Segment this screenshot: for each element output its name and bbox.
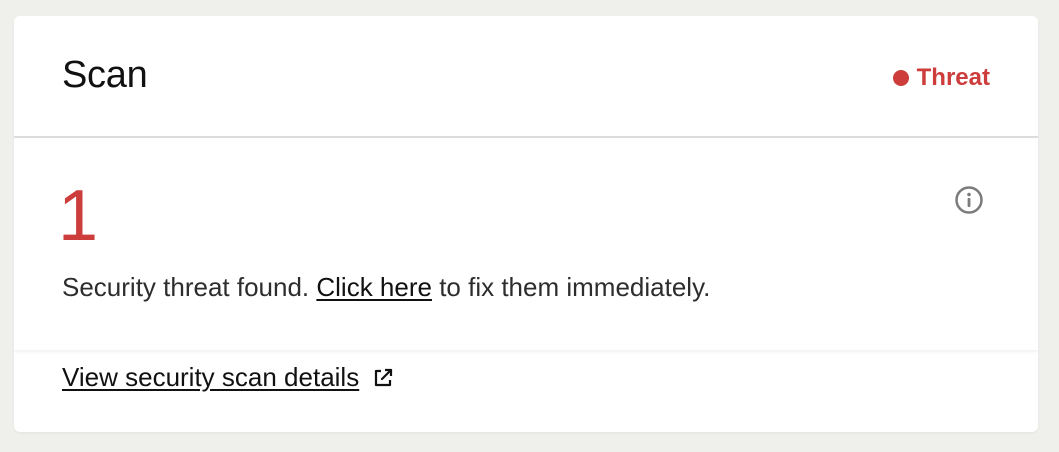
external-link-icon [375,368,393,386]
view-details-label[interactable]: View security scan details [62,362,359,393]
status-badge: Threat [892,64,990,91]
message-prefix: Security threat found. [62,272,310,302]
info-icon[interactable] [953,184,985,216]
card-body: 1 Security threat found. Click here to f… [14,138,1038,350]
message-suffix: to fix them immediately. [439,272,711,302]
threat-message: Security threat found. Click here to fix… [62,272,710,303]
card-title: Scan [62,54,148,96]
threat-count: 1 [58,176,99,256]
scan-card: Scan Threat 1 Security threat found. Cli… [14,16,1038,432]
fix-link[interactable]: Click here [316,272,432,302]
status-label: Threat [916,64,990,91]
view-details-link[interactable]: View security scan details [62,362,395,393]
card-header: Scan Threat [14,16,1038,138]
status-dot-icon [892,70,909,86]
card-footer: View security scan details [14,350,1038,432]
